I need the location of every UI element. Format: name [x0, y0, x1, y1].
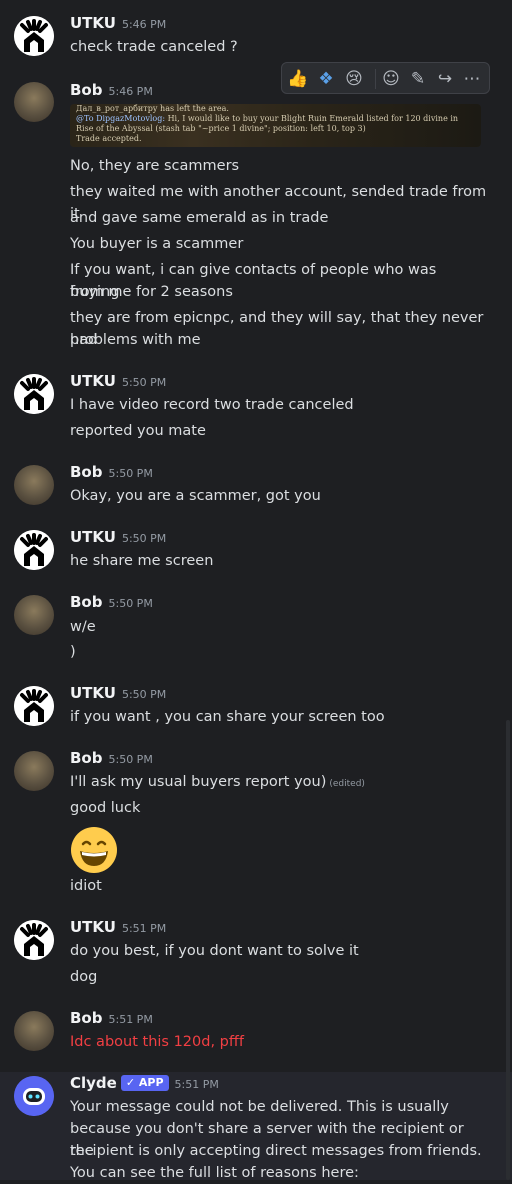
message-text: recipient is only accepting direct messa… [70, 1143, 482, 1159]
app-badge: ✓ APP [120, 1075, 169, 1091]
message-text: do you best, if you dont want to solve i… [70, 943, 359, 959]
thumbs-up-icon[interactable]: 👍 [286, 67, 310, 91]
utku-avatar-icon [14, 686, 54, 726]
timestamp: 5:46 PM [108, 85, 153, 98]
author-name[interactable]: UTKU 5:50 PM [70, 372, 166, 390]
timestamp: 5:51 PM [121, 922, 167, 935]
message-text: ) [70, 644, 76, 660]
timestamp: 5:51 PM [108, 1013, 153, 1026]
verified-check-icon: ✓ [125, 1076, 136, 1089]
message-text: w/e [70, 619, 96, 635]
author-name[interactable]: UTKU 5:50 PM [70, 684, 166, 702]
message-text: I'll ask my usual buyers report you) (edi… [70, 774, 365, 790]
add-reaction-icon[interactable]: ☺ [379, 67, 403, 91]
avatar-utku[interactable] [14, 686, 54, 726]
attachment-text: Rise of the Abyssal (stash tab "~price 1… [76, 124, 366, 133]
message-text: You buyer is a scammer [70, 236, 244, 252]
avatar-clyde[interactable] [14, 1076, 54, 1116]
message-text: I have video record two trade canceled [70, 397, 354, 413]
message-text: from me for 2 seasons [70, 284, 233, 300]
edit-icon[interactable]: ✎ [406, 67, 430, 91]
timestamp: 5:51 PM [174, 1078, 219, 1091]
utku-avatar-icon [14, 920, 54, 960]
author-name[interactable]: Bob 5:50 PM [70, 463, 153, 481]
avatar-utku[interactable] [14, 16, 54, 56]
timestamp: 5:50 PM [108, 467, 153, 480]
author-name[interactable]: Bob 5:50 PM [70, 593, 153, 611]
author-name[interactable]: UTKU 5:46 PM [70, 14, 166, 32]
message-text: Okay, you are a scammer, got you [70, 488, 321, 504]
attachment-text: Trade accepted. [76, 134, 142, 143]
message-text: good luck [70, 800, 141, 816]
author-name[interactable]: Bob 5:46 PM [70, 81, 153, 99]
message-text: You can see the full list of reasons her… [70, 1165, 359, 1181]
avatar-bob[interactable] [14, 1011, 54, 1051]
author-name[interactable]: Clyde ✓ APP 5:51 PM [70, 1074, 219, 1092]
scrollbar[interactable] [506, 720, 510, 1180]
message-text: No, they are scammers [70, 158, 240, 174]
grinning-face-icon[interactable] [70, 826, 118, 874]
timestamp: 5:50 PM [108, 753, 153, 766]
avatar-utku[interactable] [14, 920, 54, 960]
more-icon[interactable]: ⋯ [460, 67, 484, 91]
author-name[interactable]: Bob 5:51 PM [70, 1009, 153, 1027]
avatar-bob[interactable] [14, 595, 54, 635]
timestamp: 5:50 PM [121, 532, 167, 545]
message-text: reported you mate [70, 423, 206, 439]
message-text: problems with me [70, 332, 201, 348]
timestamp: 5:50 PM [108, 597, 153, 610]
author-name[interactable]: Bob 5:50 PM [70, 749, 153, 767]
message-action-toolbar: 👍 ❖ 😢 ☺ ✎ ↪ ⋯ [281, 62, 490, 94]
utku-avatar-icon [14, 530, 54, 570]
message-text: check trade canceled ? [70, 39, 238, 55]
timestamp: 5:50 PM [121, 376, 167, 389]
avatar-utku[interactable] [14, 374, 54, 414]
message-text: Idc about this 120d, pfff [70, 1034, 244, 1050]
message-text: Your message could not be delivered. Thi… [70, 1099, 449, 1115]
message-feed: UTKU 5:46 PM check trade canceled ? 👍 ❖ 😢… [0, 0, 512, 1181]
diamond-icon[interactable]: ❖ [314, 67, 338, 91]
avatar-bob[interactable] [14, 465, 54, 505]
author-name[interactable]: UTKU 5:50 PM [70, 528, 166, 546]
message-text: idiot [70, 878, 102, 894]
utku-avatar-icon [14, 374, 54, 414]
clyde-bot-icon [14, 1076, 54, 1116]
crying-face-icon[interactable]: 😢 [342, 67, 366, 91]
utku-avatar-icon [14, 16, 54, 56]
screenshot-attachment[interactable]: Дал_в_рот_арбитру has left the area. @To… [70, 104, 481, 147]
avatar-bob[interactable] [14, 751, 54, 791]
message-text: and gave same emerald as in trade [70, 210, 329, 226]
attachment-text: Дал_в_рот_арбитру has left the area. [76, 104, 229, 113]
message-text: if you want , you can share your screen … [70, 709, 385, 725]
avatar-utku[interactable] [14, 530, 54, 570]
toolbar-divider [375, 69, 376, 89]
message-text: dog [70, 969, 98, 985]
message-text: he share me screen [70, 553, 214, 569]
timestamp: 5:50 PM [121, 688, 167, 701]
timestamp: 5:46 PM [121, 18, 167, 31]
edited-label: (edited) [329, 779, 365, 789]
attachment-text: @To DipgazMotovlog: Hi, I would like to … [76, 114, 459, 123]
reply-icon[interactable]: ↪ [433, 67, 457, 91]
avatar-bob[interactable] [14, 82, 54, 122]
author-name[interactable]: UTKU 5:51 PM [70, 918, 166, 936]
